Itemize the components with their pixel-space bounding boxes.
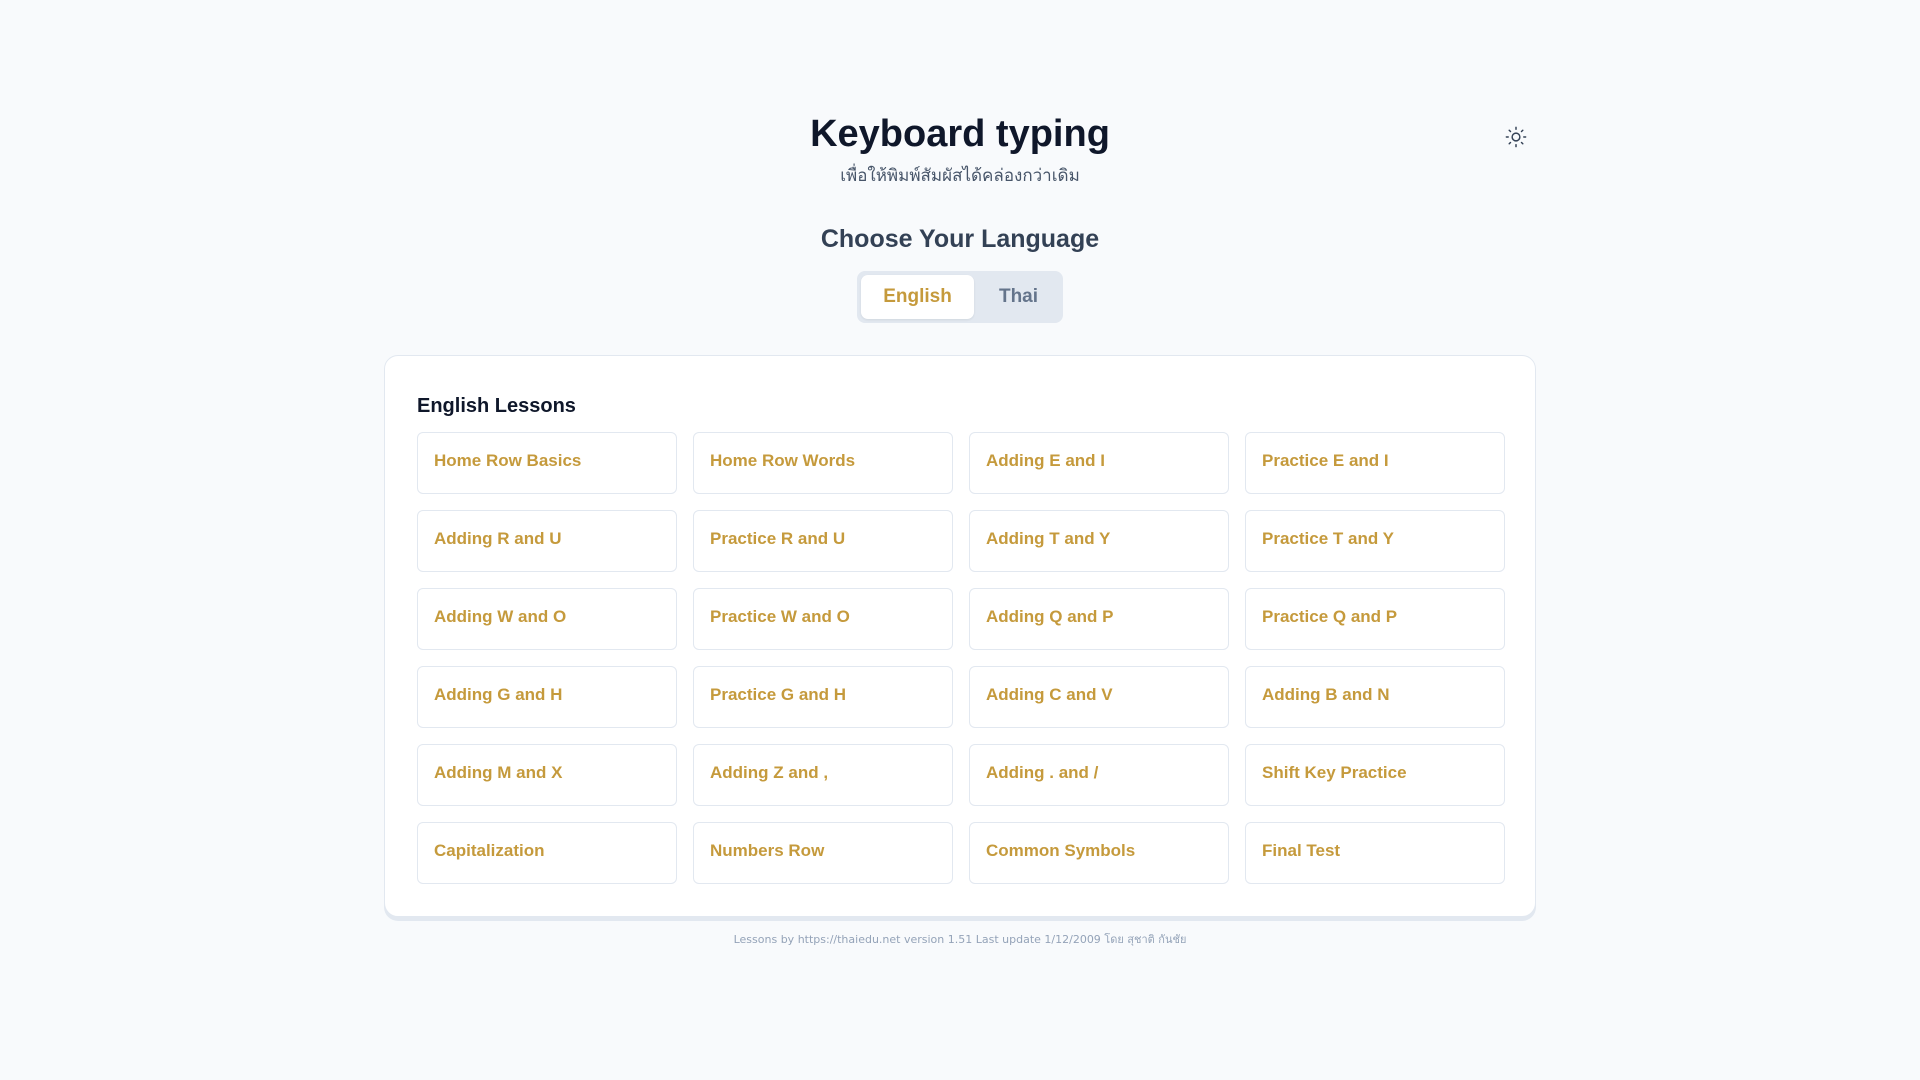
language-switch: English Thai	[857, 271, 1063, 323]
lesson-card[interactable]: Final Test	[1245, 822, 1505, 884]
lesson-card[interactable]: Practice R and U	[693, 510, 953, 572]
lesson-card[interactable]: Common Symbols	[969, 822, 1229, 884]
lesson-card[interactable]: Adding M and X	[417, 744, 677, 806]
lesson-card[interactable]: Practice W and O	[693, 588, 953, 650]
lessons-title: English Lessons	[417, 395, 576, 417]
lesson-card[interactable]: Adding . and /	[969, 744, 1229, 806]
lesson-card[interactable]: Practice E and I	[1245, 432, 1505, 494]
lessons-grid: Home Row Basics Home Row Words Adding E …	[417, 432, 1505, 884]
lesson-card[interactable]: Adding Z and ,	[693, 744, 953, 806]
language-english-button[interactable]: English	[861, 275, 974, 319]
lesson-card[interactable]: Adding W and O	[417, 588, 677, 650]
page-subtitle: เพื่อให้พิมพ์สัมผัสได้คล่องกว่าเดิม	[840, 166, 1080, 186]
language-heading: Choose Your Language	[820, 225, 1100, 253]
lesson-card[interactable]: Shift Key Practice	[1245, 744, 1505, 806]
lesson-card[interactable]: Adding T and Y	[969, 510, 1229, 572]
lesson-card[interactable]: Adding E and I	[969, 432, 1229, 494]
language-thai-button[interactable]: Thai	[978, 275, 1059, 319]
lesson-card[interactable]: Numbers Row	[693, 822, 953, 884]
lesson-card[interactable]: Home Row Words	[693, 432, 953, 494]
lesson-card[interactable]: Adding Q and P	[969, 588, 1229, 650]
lesson-card[interactable]: Capitalization	[417, 822, 677, 884]
lesson-card[interactable]: Adding C and V	[969, 666, 1229, 728]
lessons-panel: English Lessons Home Row Basics Home Row…	[384, 355, 1536, 917]
lesson-card[interactable]: Adding B and N	[1245, 666, 1505, 728]
lesson-card[interactable]: Practice T and Y	[1245, 510, 1505, 572]
lesson-card[interactable]: Adding G and H	[417, 666, 677, 728]
page-title: Keyboard typing	[810, 113, 1110, 155]
sun-icon	[1505, 126, 1527, 148]
lesson-card[interactable]: Practice G and H	[693, 666, 953, 728]
lesson-card[interactable]: Home Row Basics	[417, 432, 677, 494]
theme-toggle-button[interactable]	[1501, 122, 1531, 152]
lesson-card[interactable]: Practice Q and P	[1245, 588, 1505, 650]
footer-credits: Lessons by https://thaiedu.net version 1…	[733, 933, 1187, 946]
lesson-card[interactable]: Adding R and U	[417, 510, 677, 572]
